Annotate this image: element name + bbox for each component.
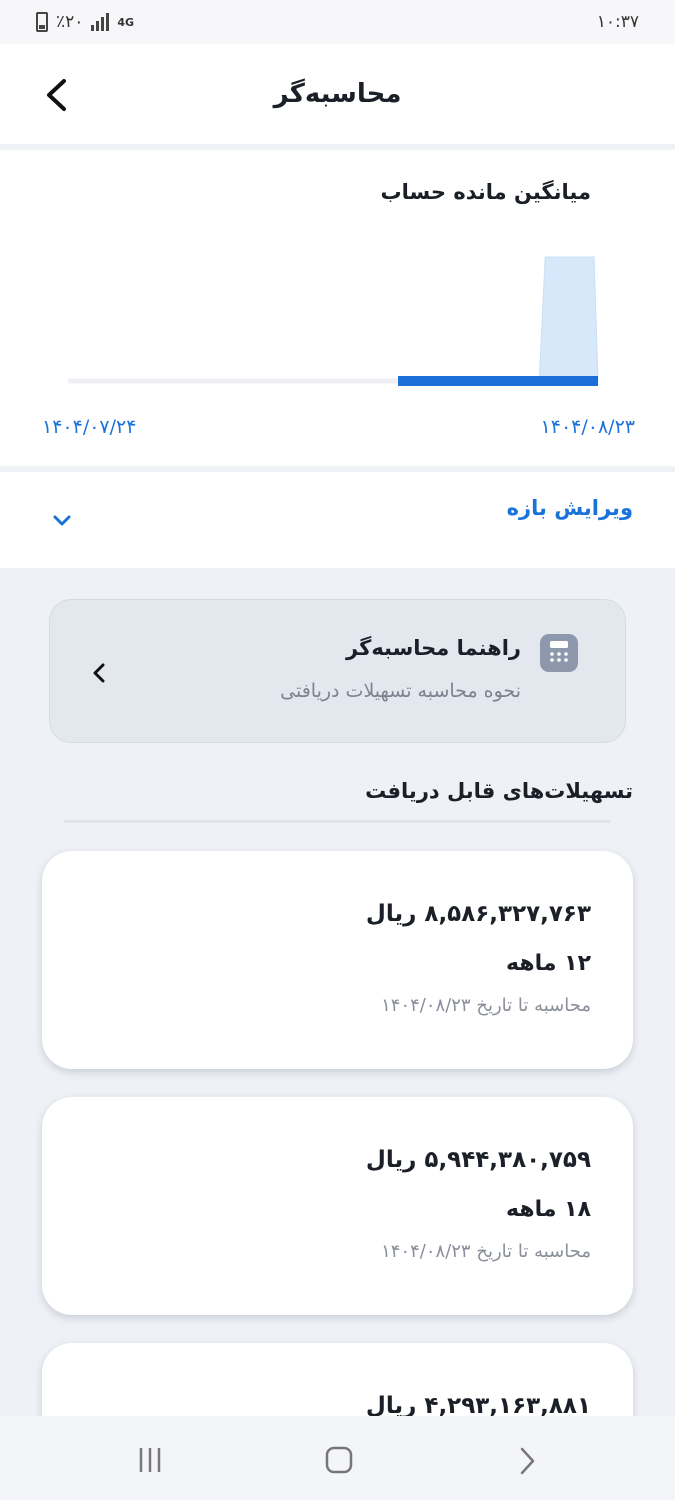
- chart-start-date: ۱۴۰۴/۰۷/۲۴: [42, 416, 137, 438]
- status-indicators: ٪۲۰ 4G: [36, 12, 134, 32]
- network-type: 4G: [117, 15, 135, 29]
- app-screen: ٪۲۰ 4G ۱۰:۳۷ محاسبه‌گر میانگین مانده حسا…: [0, 0, 675, 1500]
- chart-title: میانگین مانده حساب: [380, 180, 591, 204]
- battery-icon: [36, 12, 48, 32]
- calculator-guide-card[interactable]: راهنما محاسبه‌گر نحوه محاسبه تسهیلات دری…: [49, 599, 626, 743]
- facility-duration: ۱۲ ماهه: [506, 951, 591, 976]
- clock: ۱۰:۳۷: [596, 12, 639, 32]
- back-icon[interactable]: [517, 1446, 537, 1476]
- signal-icon: [91, 13, 110, 31]
- section-title: تسهیلات‌های قابل دریافت: [365, 779, 633, 803]
- facility-duration: ۱۸ ماهه: [506, 1197, 591, 1222]
- chevron-down-icon: [53, 515, 71, 526]
- chevron-left-icon[interactable]: [44, 78, 70, 112]
- facility-calc-date: محاسبه تا تاریخ ۱۴۰۴/۰۸/۲۳: [381, 1241, 591, 1262]
- facility-amount: ۵,۹۴۴,۳۸۰,۷۵۹ ریال: [365, 1147, 591, 1173]
- calculator-icon: [540, 634, 578, 672]
- facility-amount: ۸,۵۸۶,۳۲۷,۷۶۳ ریال: [365, 901, 591, 927]
- guide-subtitle: نحوه محاسبه تسهیلات دریافتی: [280, 680, 521, 702]
- balance-chart: [68, 256, 599, 386]
- section-divider: [64, 820, 610, 823]
- battery-level: ٪۲۰: [56, 12, 84, 32]
- facility-calc-date: محاسبه تا تاریخ ۱۴۰۴/۰۸/۲۳: [381, 995, 591, 1016]
- edit-range-label: ویرایش بازه: [506, 496, 633, 520]
- home-icon[interactable]: [325, 1446, 353, 1474]
- edit-range-toggle[interactable]: ویرایش بازه: [0, 472, 675, 568]
- system-nav-bar: [0, 1416, 675, 1500]
- chart-end-date: ۱۴۰۴/۰۸/۲۳: [540, 416, 635, 438]
- facility-card[interactable]: ۵,۹۴۴,۳۸۰,۷۵۹ ریال ۱۸ ماهه محاسبه تا تار…: [42, 1097, 633, 1315]
- facility-card[interactable]: ۸,۵۸۶,۳۲۷,۷۶۳ ریال ۱۲ ماهه محاسبه تا تار…: [42, 851, 633, 1069]
- balance-chart-card: میانگین مانده حساب ۱۴۰۴/۰۷/۲۴ ۱۴۰۴/۰۸/۲۳: [0, 150, 675, 466]
- app-header: محاسبه‌گر: [0, 44, 675, 144]
- status-bar: ٪۲۰ 4G ۱۰:۳۷: [0, 0, 675, 44]
- chevron-left-icon: [93, 663, 105, 683]
- guide-title: راهنما محاسبه‌گر: [346, 636, 521, 660]
- page-title: محاسبه‌گر: [273, 79, 402, 109]
- chart-area-fill: [538, 256, 599, 382]
- recent-apps-icon[interactable]: [137, 1446, 163, 1474]
